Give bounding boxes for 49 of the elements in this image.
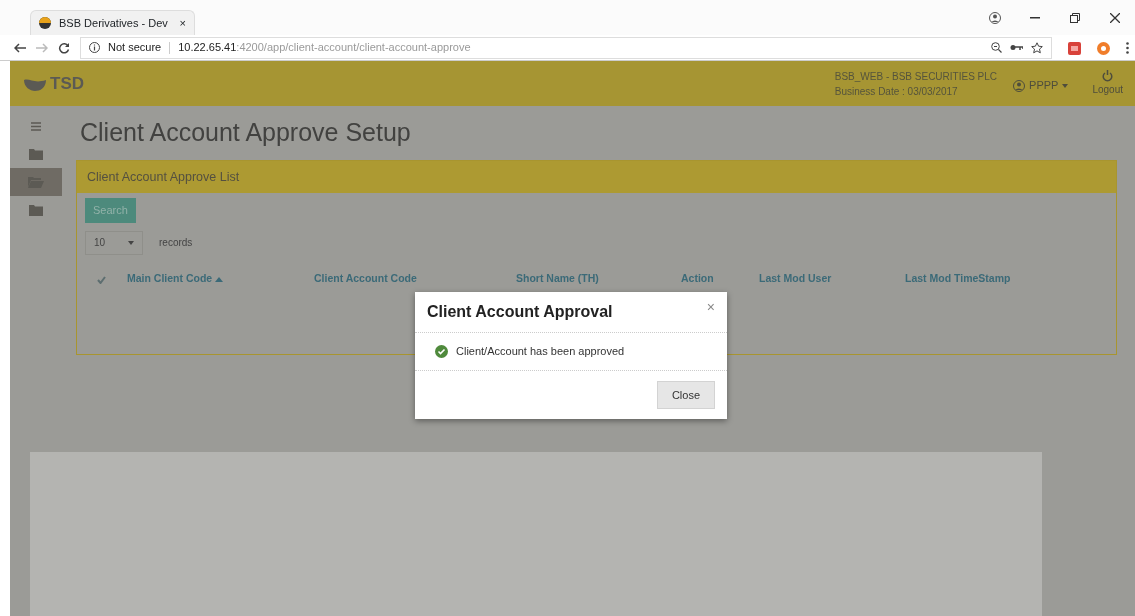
check-icon[interactable] — [97, 275, 106, 284]
page-size-select[interactable]: 10 — [85, 230, 143, 255]
column-header[interactable]: Last Mod TimeStamp — [905, 271, 1011, 284]
column-header[interactable]: Client Account Code — [314, 271, 417, 284]
security-label: Not secure — [108, 40, 162, 56]
page-title: Client Account Approve Setup — [80, 117, 412, 148]
dialog-close-button[interactable]: × — [706, 300, 715, 314]
folder-icon — [29, 204, 43, 216]
logout-link[interactable]: Logout — [1092, 82, 1123, 97]
key-icon[interactable] — [1010, 44, 1023, 51]
column-header[interactable]: Main Client Code — [127, 271, 224, 284]
power-icon[interactable] — [1102, 70, 1114, 82]
check-circle-icon — [435, 344, 448, 358]
dialog-message: Client/Account has been approved — [456, 344, 625, 359]
column-header[interactable]: Short Name (TH) — [516, 271, 599, 284]
close-button[interactable]: Close — [656, 380, 715, 409]
url-text: 10.22.65.41:4200/app/client-account/client-account-approve — [178, 40, 471, 56]
user-icon — [1013, 79, 1026, 92]
records-label: records — [159, 236, 193, 251]
star-icon[interactable] — [1031, 41, 1043, 54]
dialog-title: Client Account Approval — [427, 302, 613, 322]
dropdown-caret-icon[interactable] — [1062, 83, 1069, 88]
extension-icon[interactable] — [1097, 41, 1110, 55]
restore-icon[interactable] — [1070, 13, 1080, 24]
menu-icon — [31, 121, 41, 131]
business-date: Business Date : 03/03/2017 — [834, 84, 959, 99]
user-menu[interactable]: PPPP — [1029, 77, 1059, 94]
reload-icon[interactable] — [58, 42, 70, 55]
tab-title: BSB Derivatives - Dev — [59, 15, 169, 31]
zoom-icon[interactable] — [991, 42, 1002, 53]
site-logo-icon — [39, 17, 51, 29]
minimize-icon[interactable] — [1030, 17, 1040, 20]
back-arrow-icon[interactable] — [14, 43, 26, 54]
browser-tab[interactable]: BSB Derivatives - Dev × — [30, 10, 195, 35]
extension-icon[interactable] — [1068, 41, 1081, 55]
profile-icon[interactable] — [989, 12, 1001, 25]
folder-icon — [29, 148, 43, 160]
more-menu-icon[interactable] — [1126, 42, 1129, 55]
info-icon — [89, 42, 100, 53]
search-button[interactable]: Search — [85, 198, 136, 223]
logo-text: TSD — [50, 72, 84, 95]
company-name: BSB_WEB - BSB SECURITIES PLC — [834, 69, 998, 84]
column-header[interactable]: Action — [681, 271, 714, 284]
tab-close-button[interactable]: × — [179, 14, 186, 32]
address-bar[interactable]: Not secure 10.22.65.41:4200/app/client-account/client-account-approve — [80, 36, 1052, 59]
panel-header: Client Account Approve List — [77, 160, 1116, 194]
close-icon[interactable] — [1110, 13, 1120, 24]
column-header[interactable]: Last Mod User — [759, 271, 832, 284]
dropdown-caret-icon — [128, 240, 134, 245]
